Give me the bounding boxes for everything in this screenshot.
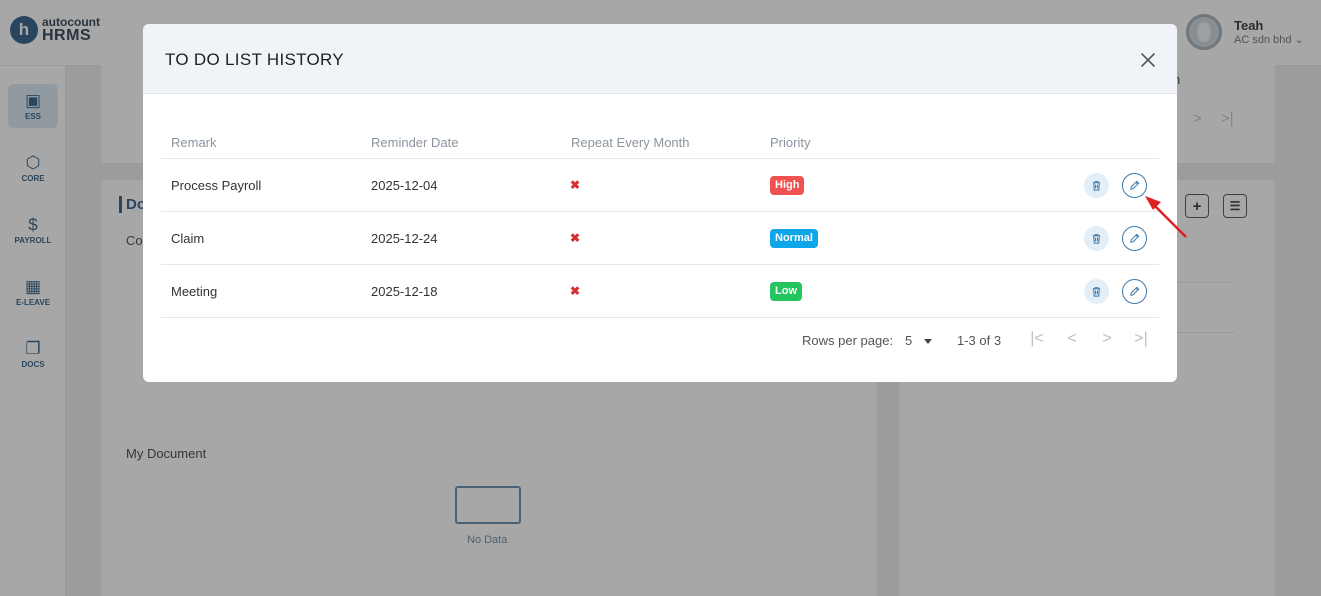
remark-cell: Meeting [171, 284, 218, 299]
rows-per-page-label: Rows per page: [802, 333, 894, 348]
table-header: Remark Reminder Date Repeat Every Month … [161, 124, 1159, 159]
column-header-remark: Remark [171, 135, 217, 150]
edit-button[interactable] [1122, 173, 1147, 198]
pencil-icon [1130, 286, 1140, 296]
last-page-button[interactable]: >| [1133, 330, 1149, 348]
pencil-icon [1130, 180, 1140, 190]
next-page-button[interactable]: > [1099, 330, 1115, 348]
priority-badge: Low [770, 282, 802, 301]
delete-button[interactable] [1084, 226, 1109, 251]
remark-cell: Process Payroll [171, 178, 262, 193]
priority-badge: Normal [770, 229, 818, 248]
trash-icon [1092, 181, 1101, 191]
edit-button[interactable] [1122, 279, 1147, 304]
todo-history-table: Remark Reminder Date Repeat Every Month … [161, 124, 1159, 318]
table-row: Process Payroll 2025-12-04 ✖ High [161, 159, 1159, 212]
delete-button[interactable] [1084, 173, 1109, 198]
cross-icon: ✖ [570, 178, 581, 192]
rows-per-page-select[interactable]: 5 [905, 333, 912, 348]
reminder-date-cell: 2025-12-24 [371, 231, 438, 246]
dialog-title: TO DO LIST HISTORY [165, 50, 344, 69]
table-row: Claim 2025-12-24 ✖ Normal [161, 212, 1159, 265]
previous-page-button[interactable]: < [1064, 330, 1080, 348]
delete-button[interactable] [1084, 279, 1109, 304]
pencil-icon [1130, 233, 1140, 243]
edit-button[interactable] [1122, 226, 1147, 251]
reminder-date-cell: 2025-12-18 [371, 284, 438, 299]
reminder-date-cell: 2025-12-04 [371, 178, 438, 193]
trash-icon [1092, 287, 1101, 297]
priority-badge: High [770, 176, 805, 195]
dialog-header: TO DO LIST HISTORY [143, 24, 1177, 94]
pagination: Rows per page: 5 1-3 of 3 |< < > >| [161, 324, 1159, 358]
cross-icon: ✖ [570, 231, 581, 245]
close-icon[interactable] [1138, 50, 1158, 70]
cross-icon: ✖ [570, 284, 581, 298]
pagination-range: 1-3 of 3 [957, 333, 1002, 348]
todo-history-dialog: TO DO LIST HISTORY Remark Reminder Date … [143, 24, 1177, 382]
first-page-button[interactable]: |< [1029, 330, 1045, 348]
column-header-reminder-date: Reminder Date [371, 135, 459, 150]
trash-icon [1092, 234, 1101, 244]
table-row: Meeting 2025-12-18 ✖ Low [161, 265, 1159, 318]
remark-cell: Claim [171, 231, 205, 246]
column-header-priority: Priority [770, 135, 811, 150]
chevron-down-icon[interactable] [924, 339, 932, 344]
column-header-repeat-every-month: Repeat Every Month [571, 135, 690, 150]
